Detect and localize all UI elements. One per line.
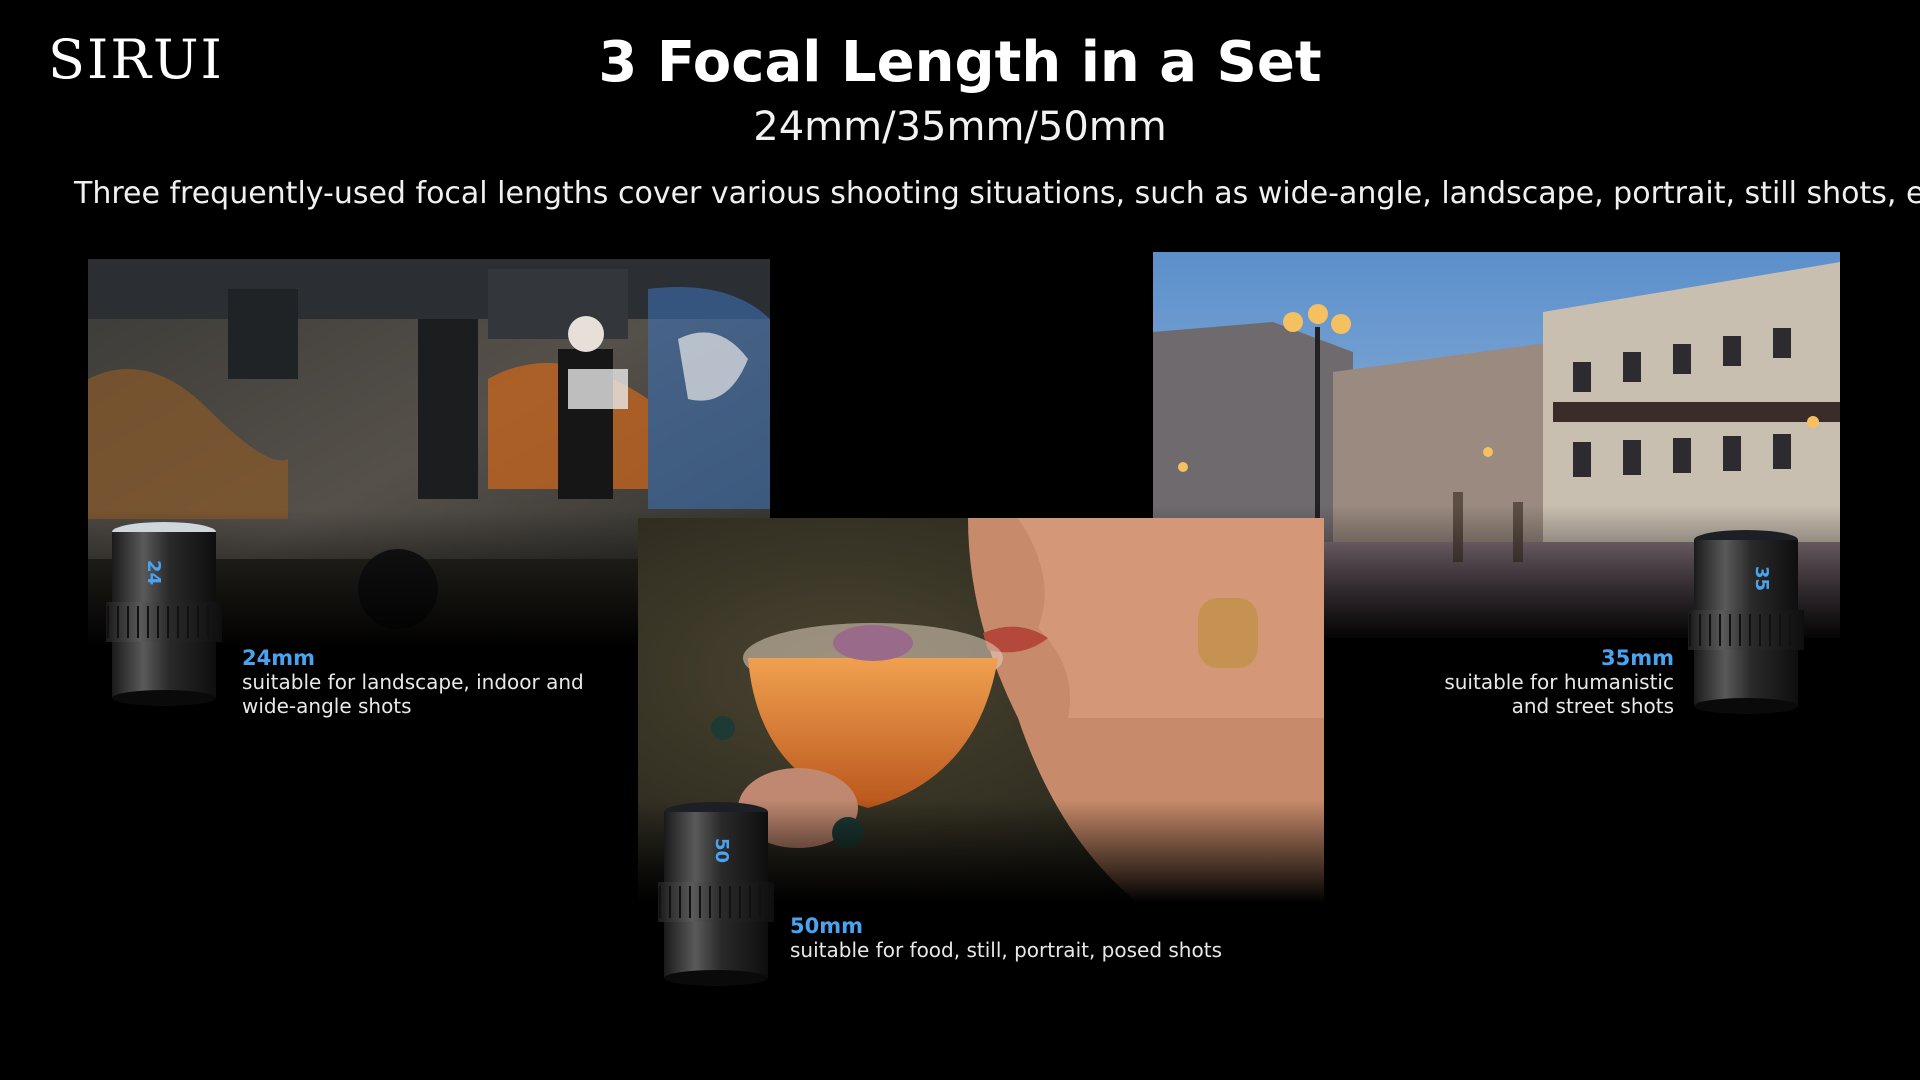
caption-24mm: 24mm suitable for landscape, indoor and … xyxy=(242,646,584,718)
caption-text: suitable for food, still, portrait, pose… xyxy=(790,938,1222,962)
page-description: Three frequently-used focal lengths cove… xyxy=(74,176,1920,211)
lens-50mm: 50 xyxy=(656,800,776,990)
caption-text: suitable for humanistic xyxy=(1444,670,1674,694)
lens-mark: 50 xyxy=(711,838,732,864)
caption-50mm: 50mm suitable for food, still, portrait,… xyxy=(790,914,1222,962)
lens-mark: 35 xyxy=(1751,566,1772,592)
lens-35mm: 35 xyxy=(1686,528,1806,718)
page-subtitle: 24mm/35mm/50mm xyxy=(753,104,1167,150)
caption-text: wide-angle shots xyxy=(242,694,412,718)
page-title: 3 Focal Length in a Set xyxy=(598,30,1322,95)
caption-text: and street shots xyxy=(1511,694,1674,718)
focal-label: 50mm xyxy=(790,914,863,938)
focal-label: 35mm xyxy=(1601,646,1674,670)
caption-35mm: 35mm suitable for humanistic and street … xyxy=(1354,646,1674,718)
caption-text: suitable for landscape, indoor and xyxy=(242,670,584,694)
lens-mark: 24 xyxy=(143,560,164,586)
focal-label: 24mm xyxy=(242,646,315,670)
lens-24mm: 24 xyxy=(104,520,224,710)
